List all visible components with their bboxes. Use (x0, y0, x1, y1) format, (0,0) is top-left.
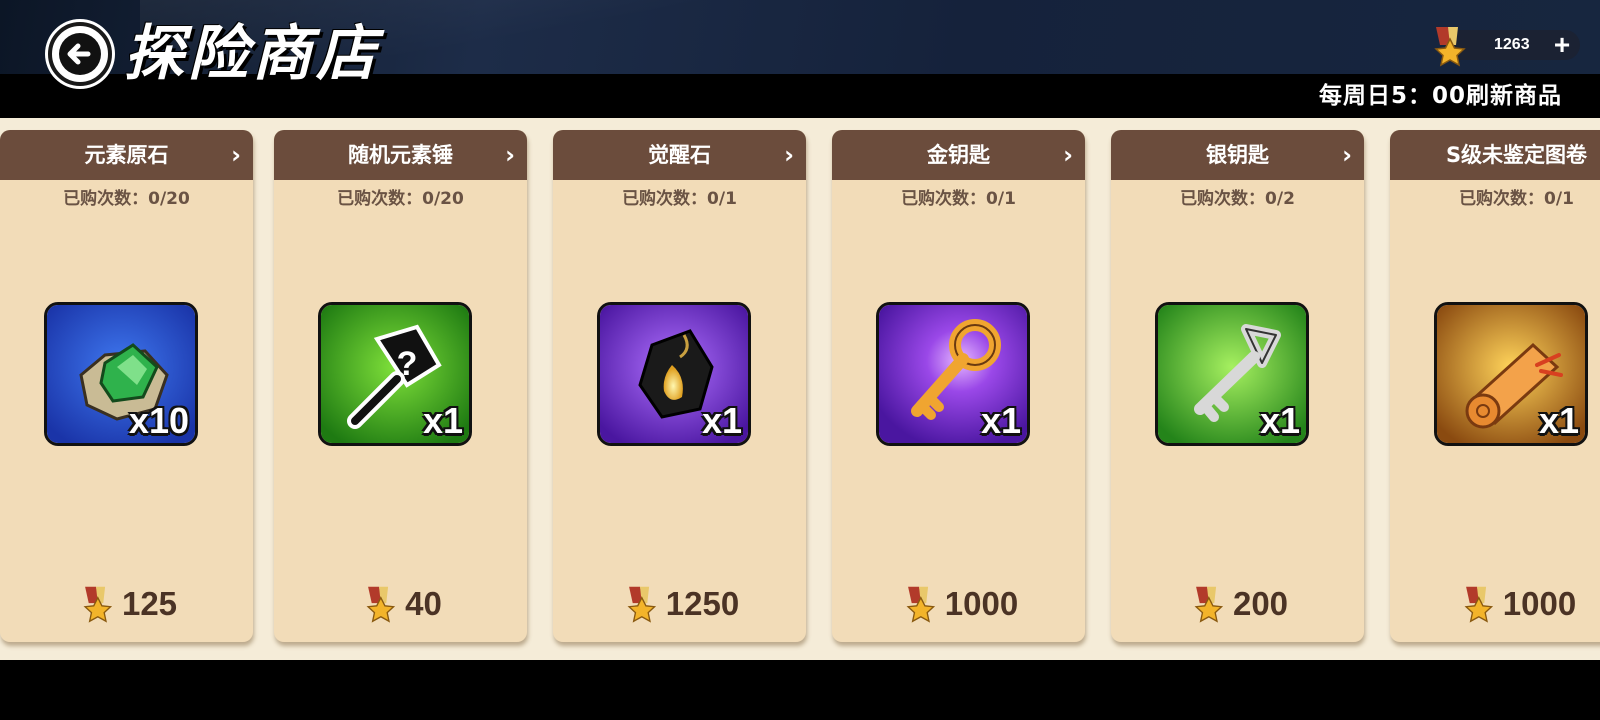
arrow-left-icon (59, 33, 101, 75)
svg-text:?: ? (397, 345, 418, 383)
chevron-right-icon: › (505, 141, 515, 169)
element-ore-icon: x10 (44, 302, 198, 446)
item-quantity: x1 (1259, 400, 1300, 441)
item-name: 银钥匙 (1206, 143, 1269, 167)
item-quantity: x1 (980, 400, 1021, 441)
mystery-hammer-icon: ? x1 (318, 302, 472, 446)
item-quantity: x1 (701, 400, 742, 441)
gold-key-icon: x1 (876, 302, 1030, 446)
item-price: 40 (405, 585, 442, 622)
refresh-note: 每周日5：00刷新商品 (1318, 83, 1562, 109)
item-name: 随机元素锤 (348, 143, 453, 167)
item-quantity: x10 (128, 400, 189, 441)
item-title-bar: 觉醒石 › (553, 130, 806, 180)
chevron-right-icon: › (1342, 141, 1352, 169)
price-row: 40 (274, 582, 527, 626)
item-name: 觉醒石 (648, 143, 711, 167)
shop-item-card[interactable]: 随机元素锤 › 已购次数：0/20 ? x1 40 (274, 130, 527, 642)
price-row: 1250 (553, 582, 806, 626)
item-price: 1250 (665, 585, 740, 622)
purchase-count: 已购次数：0/20 (63, 189, 190, 209)
purchase-count: 已购次数：0/1 (1459, 189, 1574, 209)
shop-item-card[interactable]: 觉醒石 › 已购次数：0/1 x1 1250 (553, 130, 806, 642)
scroll-icon: x1 (1434, 302, 1588, 446)
chevron-right-icon: › (231, 141, 241, 169)
price-row: 1000 (832, 582, 1085, 626)
item-title-bar: 金钥匙 › (832, 130, 1085, 180)
purchase-count: 已购次数：0/1 (622, 189, 737, 209)
back-button[interactable] (48, 22, 112, 86)
item-price: 125 (121, 585, 178, 622)
medal-icon (906, 586, 935, 623)
item-title-bar: 元素原石 › (0, 130, 253, 180)
item-price: 1000 (1502, 585, 1577, 622)
shop-area[interactable]: 元素原石 › 已购次数：0/20 x10 125 随机元素锤 › 已购次数：0/… (0, 118, 1600, 660)
medal-icon (83, 586, 113, 623)
purchase-count: 已购次数：0/2 (1180, 189, 1295, 209)
item-price: 200 (1232, 585, 1289, 622)
currency-counter: 1263 + (1434, 27, 1580, 67)
medal-icon (627, 586, 656, 623)
currency-amount: 1263 (1494, 36, 1530, 53)
shop-item-card[interactable]: 金钥匙 › 已购次数：0/1 x1 1000 (832, 130, 1085, 642)
item-name: S级未鉴定图卷 (1445, 143, 1588, 167)
medal-icon (1464, 586, 1493, 623)
item-title-bar: S级未鉴定图卷 (1390, 130, 1600, 180)
medal-icon (1434, 27, 1466, 67)
item-name: 元素原石 (84, 143, 169, 167)
shop-item-card[interactable]: 元素原石 › 已购次数：0/20 x10 125 (0, 130, 253, 642)
item-title-bar: 随机元素锤 › (274, 130, 527, 180)
medal-icon (366, 586, 396, 623)
item-price: 1000 (944, 585, 1019, 622)
page-title: 探险商店 (124, 19, 380, 89)
purchase-count: 已购次数：0/20 (337, 189, 464, 209)
chevron-right-icon: › (1063, 141, 1073, 169)
purchase-count: 已购次数：0/1 (901, 189, 1016, 209)
item-quantity: x1 (1538, 400, 1579, 441)
item-title-bar: 银钥匙 › (1111, 130, 1364, 180)
shop-item-card[interactable]: 银钥匙 › 已购次数：0/2 x1 200 (1111, 130, 1364, 642)
item-name: 金钥匙 (927, 143, 990, 167)
price-row: 1000 (1390, 582, 1600, 626)
price-row: 200 (1111, 582, 1364, 626)
add-currency-button[interactable]: + (1548, 31, 1576, 59)
item-quantity: x1 (422, 400, 463, 441)
price-row: 125 (0, 582, 253, 626)
awakening-stone-icon: x1 (597, 302, 751, 446)
shop-item-card[interactable]: S级未鉴定图卷 已购次数：0/1 x1 1000 (1390, 130, 1600, 642)
medal-icon (1194, 586, 1224, 623)
bottom-bar (0, 660, 1600, 720)
chevron-right-icon: › (784, 141, 794, 169)
silver-key-icon: x1 (1155, 302, 1309, 446)
